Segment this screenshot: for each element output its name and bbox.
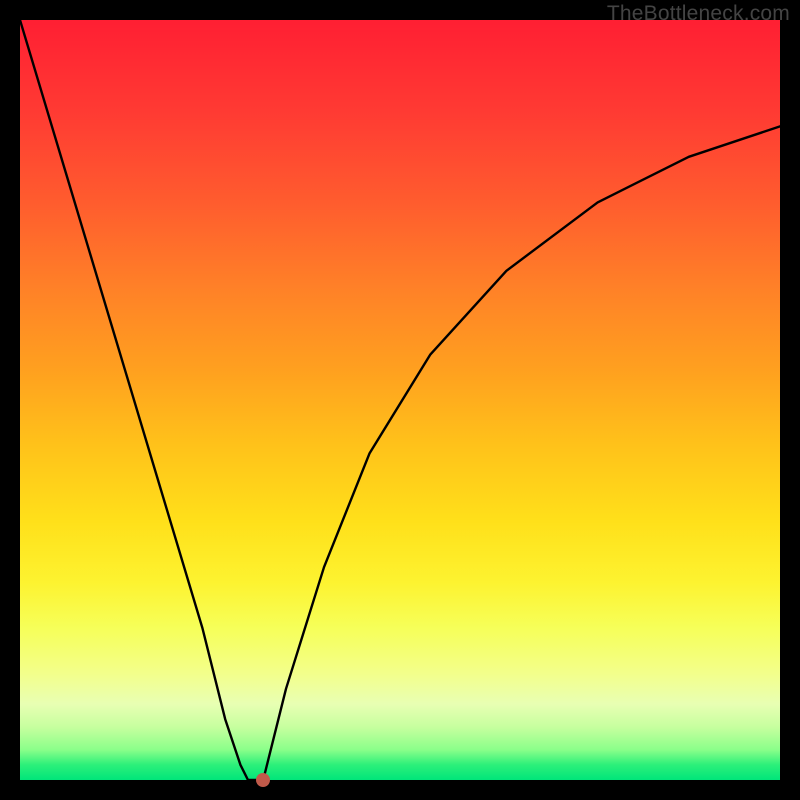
plot-area [20, 20, 780, 780]
optimal-point-marker [256, 773, 270, 787]
curve-path [20, 20, 780, 780]
watermark-label: TheBottleneck.com [607, 2, 790, 26]
chart-frame: TheBottleneck.com [0, 0, 800, 800]
bottleneck-curve [20, 20, 780, 780]
